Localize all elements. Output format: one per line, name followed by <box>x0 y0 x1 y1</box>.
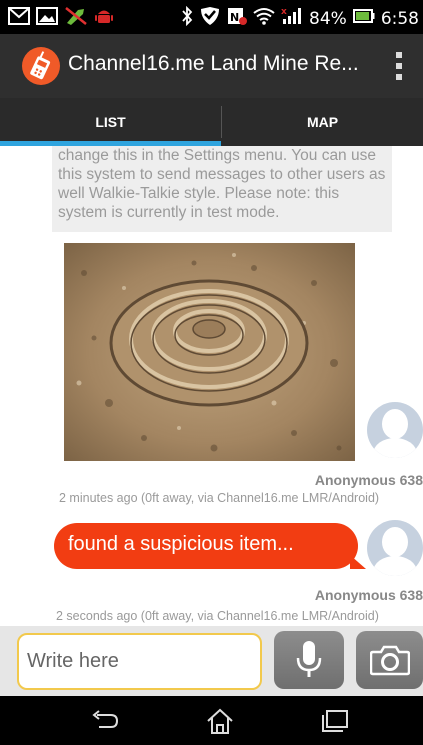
avatar[interactable] <box>367 520 423 576</box>
tab-list[interactable]: LIST <box>0 98 221 146</box>
battery-icon <box>352 8 375 29</box>
shield-icon <box>199 6 221 31</box>
nfc-icon: N <box>227 6 248 31</box>
record-voice-button[interactable] <box>274 631 344 689</box>
system-message-line: this system to send messages to other us… <box>58 166 386 183</box>
svg-text:x: x <box>281 7 287 17</box>
overflow-menu-icon[interactable] <box>387 48 411 84</box>
clock: 6:58 <box>380 8 419 29</box>
message-sender: Anonymous 638 <box>314 587 423 603</box>
tab-map[interactable]: MAP <box>222 98 423 146</box>
home-icon[interactable] <box>200 706 240 736</box>
app-title: Channel16.me Land Mine Re... <box>68 52 359 75</box>
action-bar: Channel16.me Land Mine Re... <box>0 34 423 98</box>
message-sender: Anonymous 638 <box>314 472 423 488</box>
system-message-line: system is currently in test mode. <box>58 204 280 221</box>
signal-icon: x <box>281 7 303 30</box>
system-message: change this in the Settings menu. You ca… <box>52 146 392 232</box>
battery-percent: 84% <box>309 8 347 29</box>
system-message-line: change this in the Settings menu. You ca… <box>58 147 376 164</box>
message-input[interactable] <box>17 633 262 690</box>
back-icon[interactable] <box>84 706 124 736</box>
system-nav-bar <box>0 696 423 745</box>
android-icon <box>94 6 114 30</box>
wifi-icon <box>253 7 275 30</box>
tab-bar: LIST MAP <box>0 98 423 146</box>
message-list[interactable]: change this in the Settings menu. You ca… <box>0 146 423 626</box>
camera-button[interactable] <box>356 631 423 689</box>
land-mine-photo[interactable] <box>64 243 355 461</box>
message-bubble[interactable]: found a suspicious item... <box>54 523 366 569</box>
avatar[interactable] <box>367 402 423 458</box>
gallery-icon <box>36 7 58 29</box>
message-meta: 2 minutes ago (0ft away, via Channel16.m… <box>59 491 380 505</box>
bluetooth-icon <box>181 5 193 31</box>
svg-text:N: N <box>230 11 239 24</box>
status-bar: N x 84% 6:58 <box>0 0 423 34</box>
camera-icon <box>369 645 410 676</box>
recent-apps-icon[interactable] <box>315 706 355 736</box>
usb-debug-icon <box>64 6 88 30</box>
walkie-talkie-logo-icon[interactable] <box>22 47 60 85</box>
message-meta: 2 seconds ago (0ft away, via Channel16.m… <box>56 609 379 623</box>
compose-bar <box>0 626 423 696</box>
system-message-line: well Walkie-Talkie style. Please note: t… <box>58 185 340 202</box>
microphone-icon <box>296 641 322 677</box>
mail-icon <box>8 7 30 29</box>
